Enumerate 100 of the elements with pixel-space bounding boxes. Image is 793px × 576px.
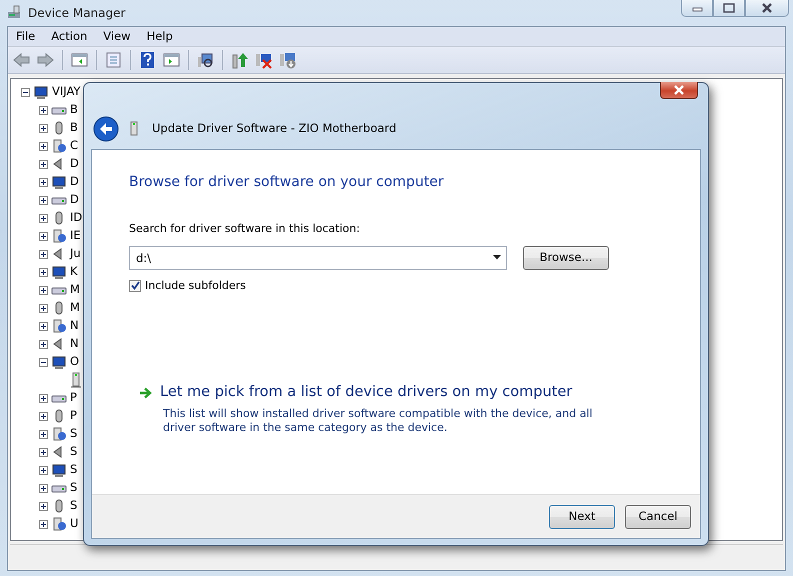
expander-button[interactable] [39,484,48,492]
expander-button[interactable] [39,340,48,348]
checkmark-icon [130,281,140,290]
panel-icon [70,51,89,69]
tree-item[interactable]: M [70,281,80,299]
next-button[interactable]: Next [549,504,615,528]
dialog-heading: Browse for driver software on your computer [129,173,445,192]
properties-icon [104,51,123,69]
dropdown-icon[interactable] [493,254,501,260]
tree-item[interactable]: S [70,461,78,479]
expander-button[interactable] [39,268,48,276]
expander-button[interactable] [39,232,48,240]
tree-item[interactable]: ID [70,209,82,227]
expander-button[interactable] [21,88,30,96]
expander-button[interactable] [39,322,48,330]
checkbox[interactable] [129,280,141,292]
arrow-icon [139,386,152,399]
device-icon [51,354,67,370]
location-field[interactable]: d:\ [129,246,507,270]
expander-button[interactable] [39,178,48,186]
back-icon [12,51,31,69]
dialog-title: Update Driver Software - ZIO Motherboard [152,120,396,138]
tree-item[interactable]: S [70,443,78,461]
computer-icon [6,5,22,21]
tree-item[interactable]: C [70,137,78,155]
menu-item[interactable]: Action [43,28,96,46]
expander-button[interactable] [39,286,48,294]
expander-button[interactable] [39,502,48,510]
expander-button[interactable] [39,160,48,168]
expand-icon [40,322,47,330]
back-button[interactable] [92,116,120,142]
expand-icon [40,286,47,294]
tree-item[interactable]: U [70,515,78,533]
expander-button[interactable] [39,412,48,420]
device-icon [51,138,67,154]
expand-icon [40,304,47,312]
expander-button[interactable] [39,394,48,402]
tree-item[interactable]: P [70,389,77,407]
tree-item[interactable]: S [70,497,78,515]
menu-item[interactable]: File [8,28,44,46]
expander-button[interactable] [39,250,48,258]
tree-item[interactable]: D [70,191,79,209]
tree-item[interactable]: N [70,335,79,353]
tree-item[interactable]: IE [70,227,81,245]
panel-button[interactable] [161,51,182,69]
uninstall-button[interactable] [253,51,274,69]
expand-icon [40,430,47,438]
expander-button[interactable] [39,196,48,204]
cancel-button[interactable]: Cancel [625,504,691,528]
forward-button[interactable] [35,51,56,69]
device-icon [51,318,67,334]
close-button[interactable] [660,82,698,99]
expander-button[interactable] [39,430,48,438]
menu-item[interactable]: View [95,28,139,46]
device-icon [51,264,67,280]
device-icon [51,228,67,244]
expander-button[interactable] [39,520,48,528]
expander-button[interactable] [39,142,48,150]
forward-icon [36,51,55,69]
help-icon [138,51,157,69]
expander-button[interactable] [39,448,48,456]
disable-button[interactable] [277,51,298,69]
tree-item[interactable]: N [70,317,79,335]
expand-icon [40,196,47,204]
panel-icon [162,51,181,69]
expander-button[interactable] [39,214,48,222]
tree-item[interactable]: K [70,263,78,281]
tree-item[interactable]: D [70,155,79,173]
tree-item[interactable]: B [70,101,78,119]
device-icon [51,174,67,190]
tree-item[interactable]: D [70,173,79,191]
tree-item[interactable]: P [70,407,77,425]
browse-button[interactable]: Browse... [523,246,609,270]
tree-item[interactable]: S [70,425,78,443]
tree-item[interactable]: Ju [70,245,81,263]
expand-icon [40,484,47,492]
expander-button[interactable] [39,358,48,366]
maximize-button[interactable] [713,0,745,17]
tree-item[interactable]: B [70,119,78,137]
tree-item[interactable]: S [70,479,78,497]
panel-button[interactable] [69,51,90,69]
minimize-button[interactable] [681,0,713,17]
device-icon [129,121,139,137]
expand-icon [40,214,47,222]
expander-button[interactable] [39,106,48,114]
tree-item[interactable]: VIJAY [52,83,80,101]
menu-item[interactable]: Help [138,28,181,46]
expander-button[interactable] [39,124,48,132]
pick-link[interactable]: Let me pick from a list of device drivers on my computer [160,382,572,404]
expander-button[interactable] [39,466,48,474]
expand-icon [40,448,47,456]
close-button[interactable] [745,0,789,17]
tree-item[interactable]: M [70,299,80,317]
tree-item[interactable]: O [70,353,80,371]
expand-icon [40,268,47,276]
expander-button[interactable] [39,304,48,312]
expand-icon [40,340,47,348]
expand-icon [40,250,47,258]
window-title: Device Manager [28,5,126,22]
expand-icon [40,520,47,528]
